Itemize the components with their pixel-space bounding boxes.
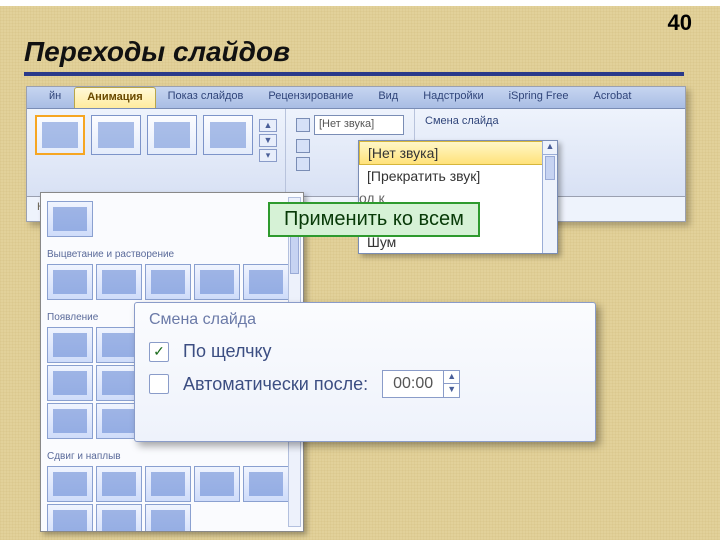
- sound-option[interactable]: [Нет звука]: [359, 141, 557, 165]
- transition-thumb[interactable]: [47, 264, 93, 300]
- transition-thumb[interactable]: [147, 115, 197, 155]
- gallery-section-label: Сдвиг и наплыв: [47, 449, 297, 464]
- speed-icon: [296, 139, 310, 153]
- on-click-label: По щелчку: [183, 341, 272, 362]
- transition-thumb[interactable]: [47, 365, 93, 401]
- ribbon-body: ▲ ▼ ▾ [Нет звука] Смена слайда ле: 00:: [27, 109, 685, 197]
- tab-review[interactable]: Рецензирование: [256, 87, 366, 108]
- sound-dropdown[interactable]: [Нет звука]: [314, 115, 404, 135]
- transition-thumb[interactable]: [243, 264, 289, 300]
- gallery-section-label: Выцветание и растворение: [47, 247, 297, 262]
- transition-thumb-none[interactable]: [35, 115, 85, 155]
- spin-up-icon[interactable]: ▲: [443, 371, 459, 384]
- transition-thumb[interactable]: [47, 327, 93, 363]
- transition-thumb[interactable]: [47, 403, 93, 439]
- transition-thumb[interactable]: [47, 466, 93, 502]
- advance-slide-tooltip: Смена слайда ✓ По щелчку Автоматически п…: [134, 302, 596, 442]
- transition-thumb[interactable]: [91, 115, 141, 155]
- transition-thumb[interactable]: [145, 504, 191, 532]
- auto-after-time-value: 00:00: [383, 373, 443, 395]
- transition-thumb[interactable]: [96, 264, 142, 300]
- auto-after-label: Автоматически после:: [183, 374, 368, 395]
- ribbon-tabs: йн Анимация Показ слайдов Рецензирование…: [27, 87, 685, 109]
- sound-popup-scrollbar[interactable]: ▲: [542, 141, 557, 253]
- auto-after-time-input[interactable]: 00:00 ▲ ▼: [382, 370, 460, 398]
- transition-thumb[interactable]: [96, 466, 142, 502]
- transition-thumb[interactable]: [145, 466, 191, 502]
- transition-thumb[interactable]: [203, 115, 253, 155]
- page-title: Переходы слайдов: [24, 36, 684, 76]
- transition-thumb[interactable]: [96, 504, 142, 532]
- scroll-up-icon[interactable]: ▲: [543, 141, 557, 155]
- transition-gallery-strip: ▲ ▼ ▾: [27, 109, 286, 196]
- advance-label: Смена слайда: [425, 115, 500, 127]
- tab-animation[interactable]: Анимация: [74, 87, 155, 108]
- sound-option[interactable]: [Прекратить звук]: [359, 165, 557, 187]
- transition-thumb[interactable]: [145, 264, 191, 300]
- gallery-up-icon[interactable]: ▲: [259, 119, 277, 132]
- checkbox-auto-after[interactable]: [149, 374, 169, 394]
- tooltip-title: Смена слайда: [149, 311, 581, 329]
- apply-all-icon: [296, 157, 310, 171]
- tab-slideshow[interactable]: Показ слайдов: [156, 87, 257, 108]
- tab-view[interactable]: Вид: [366, 87, 411, 108]
- gallery-down-icon[interactable]: ▼: [259, 134, 277, 147]
- transition-thumb[interactable]: [243, 466, 289, 502]
- tab-acrobat[interactable]: Acrobat: [582, 87, 645, 108]
- tab-addins[interactable]: Надстройки: [411, 87, 496, 108]
- spin-down-icon[interactable]: ▼: [443, 384, 459, 397]
- tab-ispring[interactable]: iSpring Free: [497, 87, 582, 108]
- transition-thumb[interactable]: [47, 504, 93, 532]
- transition-thumb[interactable]: [47, 201, 93, 237]
- transition-thumb[interactable]: [194, 466, 240, 502]
- tab-home-partial[interactable]: йн: [37, 87, 74, 108]
- gallery-expand-icon[interactable]: ▾: [259, 149, 277, 162]
- transition-thumb[interactable]: [194, 264, 240, 300]
- sound-icon: [296, 118, 310, 132]
- page-number: 40: [668, 10, 692, 36]
- checkbox-on-click[interactable]: ✓: [149, 342, 169, 362]
- callout-apply-to-all: Применить ко всем: [268, 202, 480, 237]
